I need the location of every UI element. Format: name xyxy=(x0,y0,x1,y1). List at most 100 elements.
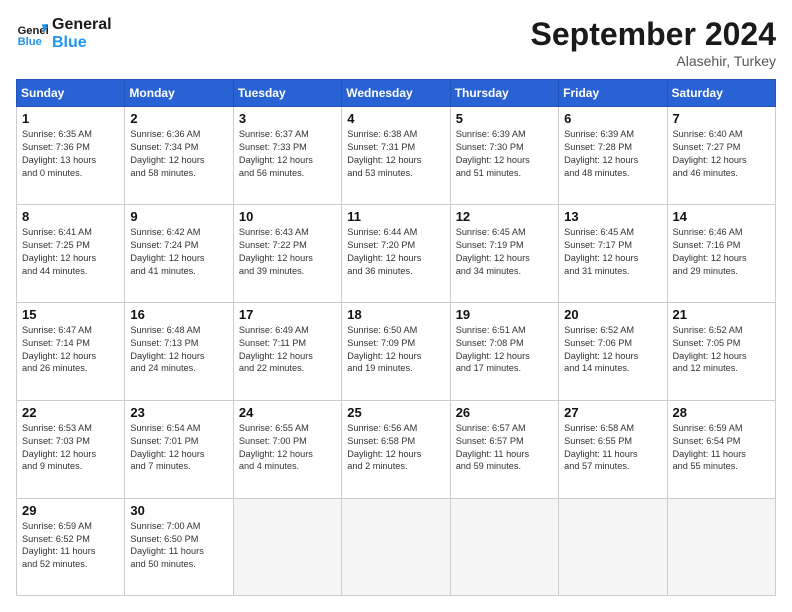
day-number: 19 xyxy=(456,307,553,322)
calendar-cell xyxy=(559,498,667,595)
calendar-cell: 28 Sunrise: 6:59 AMSunset: 6:54 PMDayligh… xyxy=(667,400,775,498)
calendar-header-saturday: Saturday xyxy=(667,80,775,107)
header: General Blue General Blue September 2024… xyxy=(16,16,776,69)
day-number: 11 xyxy=(347,209,444,224)
calendar-week-1: 1 Sunrise: 6:35 AMSunset: 7:36 PMDaylight… xyxy=(17,107,776,205)
calendar-cell: 21Sunrise: 6:52 AMSunset: 7:05 PMDayligh… xyxy=(667,302,775,400)
location: Alasehir, Turkey xyxy=(531,53,776,69)
day-number: 14 xyxy=(673,209,770,224)
calendar-cell: 30 Sunrise: 7:00 AMSunset: 6:50 PMDayligh… xyxy=(125,498,233,595)
cell-content: Sunrise: 7:00 AMSunset: 6:50 PMDaylight:… xyxy=(130,520,227,572)
calendar-week-3: 15 Sunrise: 6:47 AMSunset: 7:14 PMDayligh… xyxy=(17,302,776,400)
day-number: 1 xyxy=(22,111,119,126)
cell-content: Sunrise: 6:41 AMSunset: 7:25 PMDaylight:… xyxy=(22,226,119,278)
day-number: 18 xyxy=(347,307,444,322)
calendar-header-sunday: Sunday xyxy=(17,80,125,107)
day-number: 16 xyxy=(130,307,227,322)
day-number: 22 xyxy=(22,405,119,420)
cell-content: Sunrise: 6:45 AMSunset: 7:17 PMDaylight:… xyxy=(564,226,661,278)
day-number: 7 xyxy=(673,111,770,126)
cell-content: Sunrise: 6:54 AMSunset: 7:01 PMDaylight:… xyxy=(130,422,227,474)
calendar-cell: 9Sunrise: 6:42 AMSunset: 7:24 PMDaylight… xyxy=(125,204,233,302)
cell-content: Sunrise: 6:49 AMSunset: 7:11 PMDaylight:… xyxy=(239,324,336,376)
calendar-cell: 29 Sunrise: 6:59 AMSunset: 6:52 PMDayligh… xyxy=(17,498,125,595)
cell-content: Sunrise: 6:44 AMSunset: 7:20 PMDaylight:… xyxy=(347,226,444,278)
cell-content: Sunrise: 6:46 AMSunset: 7:16 PMDaylight:… xyxy=(673,226,770,278)
calendar-cell: 20Sunrise: 6:52 AMSunset: 7:06 PMDayligh… xyxy=(559,302,667,400)
day-number: 25 xyxy=(347,405,444,420)
cell-content: Sunrise: 6:55 AMSunset: 7:00 PMDaylight:… xyxy=(239,422,336,474)
day-number: 29 xyxy=(22,503,119,518)
calendar-header-friday: Friday xyxy=(559,80,667,107)
calendar-cell: 7 Sunrise: 6:40 AMSunset: 7:27 PMDaylight… xyxy=(667,107,775,205)
day-number: 26 xyxy=(456,405,553,420)
calendar-cell xyxy=(667,498,775,595)
calendar-cell: 24 Sunrise: 6:55 AMSunset: 7:00 PMDayligh… xyxy=(233,400,341,498)
cell-content: Sunrise: 6:43 AMSunset: 7:22 PMDaylight:… xyxy=(239,226,336,278)
day-number: 27 xyxy=(564,405,661,420)
day-number: 6 xyxy=(564,111,661,126)
cell-content: Sunrise: 6:39 AMSunset: 7:30 PMDaylight:… xyxy=(456,128,553,180)
svg-text:Blue: Blue xyxy=(18,36,42,48)
calendar-cell: 10Sunrise: 6:43 AMSunset: 7:22 PMDayligh… xyxy=(233,204,341,302)
day-number: 30 xyxy=(130,503,227,518)
calendar-cell: 13 Sunrise: 6:45 AMSunset: 7:17 PMDayligh… xyxy=(559,204,667,302)
calendar-week-5: 29 Sunrise: 6:59 AMSunset: 6:52 PMDayligh… xyxy=(17,498,776,595)
logo-blue: Blue xyxy=(52,34,112,52)
cell-content: Sunrise: 6:53 AMSunset: 7:03 PMDaylight:… xyxy=(22,422,119,474)
logo: General Blue General Blue xyxy=(16,16,112,51)
calendar-header-row: SundayMondayTuesdayWednesdayThursdayFrid… xyxy=(17,80,776,107)
calendar-cell xyxy=(450,498,558,595)
cell-content: Sunrise: 6:57 AMSunset: 6:57 PMDaylight:… xyxy=(456,422,553,474)
cell-content: Sunrise: 6:40 AMSunset: 7:27 PMDaylight:… xyxy=(673,128,770,180)
day-number: 17 xyxy=(239,307,336,322)
calendar-cell: 14 Sunrise: 6:46 AMSunset: 7:16 PMDayligh… xyxy=(667,204,775,302)
calendar-cell: 18 Sunrise: 6:50 AMSunset: 7:09 PMDayligh… xyxy=(342,302,450,400)
calendar-cell: 17 Sunrise: 6:49 AMSunset: 7:11 PMDayligh… xyxy=(233,302,341,400)
calendar-week-4: 22 Sunrise: 6:53 AMSunset: 7:03 PMDayligh… xyxy=(17,400,776,498)
calendar-cell: 22 Sunrise: 6:53 AMSunset: 7:03 PMDayligh… xyxy=(17,400,125,498)
calendar-cell: 5 Sunrise: 6:39 AMSunset: 7:30 PMDaylight… xyxy=(450,107,558,205)
cell-content: Sunrise: 6:39 AMSunset: 7:28 PMDaylight:… xyxy=(564,128,661,180)
cell-content: Sunrise: 6:45 AMSunset: 7:19 PMDaylight:… xyxy=(456,226,553,278)
calendar-week-2: 8 Sunrise: 6:41 AMSunset: 7:25 PMDaylight… xyxy=(17,204,776,302)
calendar-cell: 4Sunrise: 6:38 AMSunset: 7:31 PMDaylight… xyxy=(342,107,450,205)
calendar-cell: 3 Sunrise: 6:37 AMSunset: 7:33 PMDaylight… xyxy=(233,107,341,205)
cell-content: Sunrise: 6:50 AMSunset: 7:09 PMDaylight:… xyxy=(347,324,444,376)
day-number: 20 xyxy=(564,307,661,322)
cell-content: Sunrise: 6:59 AMSunset: 6:52 PMDaylight:… xyxy=(22,520,119,572)
day-number: 28 xyxy=(673,405,770,420)
cell-content: Sunrise: 6:51 AMSunset: 7:08 PMDaylight:… xyxy=(456,324,553,376)
calendar-cell: 12Sunrise: 6:45 AMSunset: 7:19 PMDayligh… xyxy=(450,204,558,302)
calendar-cell: 6 Sunrise: 6:39 AMSunset: 7:28 PMDaylight… xyxy=(559,107,667,205)
day-number: 3 xyxy=(239,111,336,126)
cell-content: Sunrise: 6:56 AMSunset: 6:58 PMDaylight:… xyxy=(347,422,444,474)
day-number: 5 xyxy=(456,111,553,126)
calendar-cell: 8 Sunrise: 6:41 AMSunset: 7:25 PMDaylight… xyxy=(17,204,125,302)
calendar-cell: 23Sunrise: 6:54 AMSunset: 7:01 PMDayligh… xyxy=(125,400,233,498)
cell-content: Sunrise: 6:59 AMSunset: 6:54 PMDaylight:… xyxy=(673,422,770,474)
calendar-table: SundayMondayTuesdayWednesdayThursdayFrid… xyxy=(16,79,776,596)
calendar-cell: 25 Sunrise: 6:56 AMSunset: 6:58 PMDayligh… xyxy=(342,400,450,498)
title-block: September 2024 Alasehir, Turkey xyxy=(531,16,776,69)
day-number: 15 xyxy=(22,307,119,322)
calendar-header-wednesday: Wednesday xyxy=(342,80,450,107)
calendar-header-tuesday: Tuesday xyxy=(233,80,341,107)
cell-content: Sunrise: 6:37 AMSunset: 7:33 PMDaylight:… xyxy=(239,128,336,180)
page: General Blue General Blue September 2024… xyxy=(0,0,792,612)
logo-icon: General Blue xyxy=(16,18,48,50)
month-title: September 2024 xyxy=(531,16,776,53)
cell-content: Sunrise: 6:35 AMSunset: 7:36 PMDaylight:… xyxy=(22,128,119,180)
cell-content: Sunrise: 6:52 AMSunset: 7:05 PMDaylight:… xyxy=(673,324,770,376)
day-number: 24 xyxy=(239,405,336,420)
cell-content: Sunrise: 6:48 AMSunset: 7:13 PMDaylight:… xyxy=(130,324,227,376)
cell-content: Sunrise: 6:47 AMSunset: 7:14 PMDaylight:… xyxy=(22,324,119,376)
day-number: 2 xyxy=(130,111,227,126)
calendar-cell: 15 Sunrise: 6:47 AMSunset: 7:14 PMDayligh… xyxy=(17,302,125,400)
day-number: 8 xyxy=(22,209,119,224)
calendar-cell: 16 Sunrise: 6:48 AMSunset: 7:13 PMDayligh… xyxy=(125,302,233,400)
calendar-cell: 2 Sunrise: 6:36 AMSunset: 7:34 PMDaylight… xyxy=(125,107,233,205)
cell-content: Sunrise: 6:36 AMSunset: 7:34 PMDaylight:… xyxy=(130,128,227,180)
day-number: 13 xyxy=(564,209,661,224)
calendar-header-monday: Monday xyxy=(125,80,233,107)
